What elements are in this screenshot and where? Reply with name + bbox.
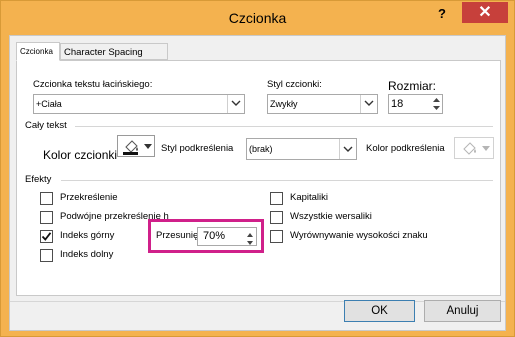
superscript-label: Indeks górny — [60, 230, 115, 241]
font-color-label: Kolor czcionki — [43, 148, 118, 162]
latin-font-dropdown-button[interactable] — [227, 95, 244, 113]
subscript-checkbox[interactable] — [40, 249, 53, 262]
font-size-input[interactable]: 18 — [388, 94, 443, 114]
chevron-down-icon — [364, 100, 374, 106]
arrow-down-icon — [247, 241, 253, 245]
help-icon[interactable]: ? — [432, 4, 452, 24]
offset-spin-up-button[interactable] — [244, 228, 256, 237]
paint-bucket-icon — [123, 140, 138, 155]
ok-button[interactable]: OK — [344, 300, 415, 322]
spinner-arrows-icon — [433, 98, 440, 110]
all-text-group-label: Cały tekst — [25, 120, 67, 131]
latin-font-combo[interactable]: +Ciała — [33, 94, 245, 114]
all-text-divider — [75, 126, 493, 127]
underline-color-label: Kolor podkreślenia — [366, 143, 445, 154]
subscript-label: Indeks dolny — [60, 249, 114, 260]
underline-style-combo[interactable]: (brak) — [246, 138, 357, 160]
font-style-dropdown-button[interactable] — [360, 95, 377, 113]
offset-spin-down-button[interactable] — [244, 236, 256, 245]
cancel-button[interactable]: Anuluj — [424, 300, 501, 322]
all-caps-checkbox[interactable] — [270, 211, 283, 224]
title-bar[interactable]: Czcionka ? ✕ — [1, 1, 514, 35]
effects-divider — [61, 180, 493, 181]
font-style-combo[interactable]: Zwykły — [267, 94, 378, 114]
font-color-button[interactable] — [117, 135, 155, 157]
chevron-down-icon — [231, 100, 241, 106]
dropdown-arrow-icon — [144, 144, 152, 149]
double-strikethrough-checkbox[interactable] — [40, 211, 53, 224]
close-button[interactable]: ✕ — [462, 2, 508, 23]
equalize-height-label: Wyrównywanie wysokości znaku — [290, 230, 428, 241]
underline-color-button[interactable] — [454, 137, 494, 159]
font-style-value: Zwykły — [270, 99, 298, 109]
offset-value: 70% — [203, 230, 226, 242]
underline-style-label: Styl podkreślenia — [161, 143, 234, 154]
equalize-height-checkbox[interactable] — [270, 230, 283, 243]
chevron-down-icon — [343, 146, 353, 152]
effects-group-label: Efekty — [25, 174, 52, 185]
offset-spinner-input[interactable]: 70% — [197, 227, 257, 246]
checkmark-icon — [41, 232, 52, 241]
strikethrough-label: Przekreślenie — [60, 192, 118, 203]
all-caps-label: Wszystkie wersaliki — [290, 211, 372, 222]
superscript-checkbox[interactable] — [40, 230, 53, 243]
underline-style-value: (brak) — [249, 144, 273, 154]
latin-font-label: Czcionka tekstu łacińskiego: — [33, 79, 153, 90]
font-size-value: 18 — [391, 98, 404, 110]
underline-style-dropdown-button[interactable] — [339, 139, 356, 159]
latin-font-value: +Ciała — [36, 99, 62, 109]
small-caps-checkbox[interactable] — [270, 192, 283, 205]
font-size-spinner[interactable] — [431, 95, 442, 113]
paint-bucket-icon — [463, 142, 476, 155]
font-size-label: Rozmiar: — [388, 79, 437, 93]
dropdown-arrow-icon — [482, 146, 490, 151]
dialog-client-area: Czcionka Character Spacing Czcionka teks… — [9, 35, 506, 331]
font-style-label: Styl czcionki: — [267, 79, 322, 90]
tab-character-spacing[interactable]: Character Spacing — [60, 43, 168, 60]
small-caps-label: Kapitaliki — [290, 192, 329, 203]
font-tab-panel: Czcionka tekstu łacińskiego: +Ciała Styl… — [16, 60, 501, 296]
strikethrough-checkbox[interactable] — [40, 192, 53, 205]
font-dialog: Czcionka ? ✕ Czcionka Character Spacing … — [0, 0, 515, 337]
close-icon: ✕ — [478, 4, 492, 21]
tab-font[interactable]: Czcionka — [16, 42, 60, 61]
